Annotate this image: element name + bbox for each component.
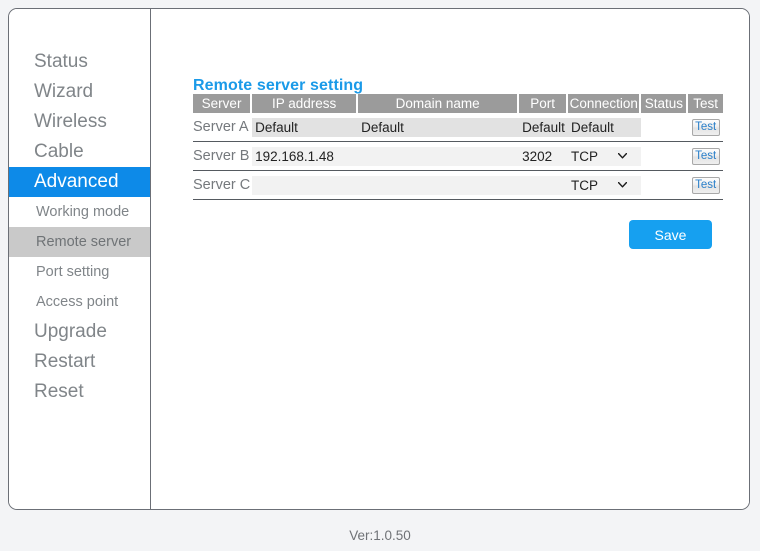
sidebar-navigation: Status Wizard Wireless Cable Advanced Working… xyxy=(9,9,151,509)
sidebar-item-access-point[interactable]: Access point xyxy=(9,287,150,317)
connection-type-select[interactable]: TCPUDP xyxy=(568,175,642,195)
sidebar-item-wireless[interactable]: Wireless xyxy=(9,107,150,137)
router-admin-window: Status Wizard Wireless Cable Advanced Working… xyxy=(8,8,750,510)
sidebar-item-upgrade[interactable]: Upgrade xyxy=(9,317,150,347)
server-name-label: Server B xyxy=(193,148,250,164)
connection-type-select-wrapper: TCPUDP xyxy=(568,175,642,195)
sidebar-item-restart[interactable]: Restart xyxy=(9,347,150,377)
sidebar-item-label: Upgrade xyxy=(34,321,107,342)
connection-type-select[interactable]: TCPUDP xyxy=(568,146,642,166)
cell-ip xyxy=(252,113,359,142)
cell-server-label: Server C xyxy=(193,171,253,200)
cell-port xyxy=(519,142,569,171)
cell-connection: TCPUDP xyxy=(568,142,642,171)
sidebar-item-status[interactable]: Status xyxy=(9,47,150,77)
ip-address-input xyxy=(252,117,359,137)
column-header-port: Port xyxy=(519,94,569,113)
table-header: Server IP address Domain name Port Conne… xyxy=(193,94,723,113)
cell-ip xyxy=(252,171,359,200)
sidebar-item-label: Wizard xyxy=(34,81,94,102)
sidebar-item-advanced[interactable]: Advanced xyxy=(9,167,150,197)
remote-server-table: Server IP address Domain name Port Conne… xyxy=(193,94,723,200)
server-name-label: Server A xyxy=(193,119,249,135)
table-row: Server B TCPUDP Test xyxy=(193,142,723,171)
cell-test: Test xyxy=(688,142,723,171)
cell-connection: TCPUDP xyxy=(568,171,642,200)
table-header-row: Server IP address Domain name Port Conne… xyxy=(193,94,723,113)
connection-type-input xyxy=(568,117,642,137)
sidebar-item-label: Port setting xyxy=(36,264,110,280)
sidebar-item-label: Advanced xyxy=(34,171,119,192)
domain-name-input[interactable] xyxy=(358,175,520,195)
sidebar-item-cable[interactable]: Cable xyxy=(9,137,150,167)
sidebar-item-label: Remote server xyxy=(36,234,132,250)
cell-status xyxy=(641,142,689,171)
sidebar-item-remote-server[interactable]: Remote server xyxy=(9,227,150,257)
cell-test: Test xyxy=(688,171,723,200)
port-input xyxy=(519,117,569,137)
sidebar-item-working-mode[interactable]: Working mode xyxy=(9,197,150,227)
firmware-version-label: Ver:1.0.50 xyxy=(349,528,411,543)
server-name-label: Server C xyxy=(193,177,251,193)
table-row: Server A Test xyxy=(193,113,723,142)
table-row: Server C TCPUDP Test xyxy=(193,171,723,200)
cell-test: Test xyxy=(688,113,723,142)
sidebar-item-reset[interactable]: Reset xyxy=(9,377,150,407)
port-input[interactable] xyxy=(519,175,569,195)
sidebar-item-label: Working mode xyxy=(36,204,130,220)
test-button[interactable]: Test xyxy=(691,176,720,194)
cell-server-label: Server A xyxy=(193,113,253,142)
column-header-server: Server xyxy=(193,94,253,113)
sidebar-item-label: Wireless xyxy=(34,111,107,132)
sidebar-item-port-setting[interactable]: Port setting xyxy=(9,257,150,287)
cell-domain xyxy=(358,171,520,200)
cell-ip xyxy=(252,142,359,171)
test-button[interactable]: Test xyxy=(691,147,720,165)
column-header-test: Test xyxy=(688,94,723,113)
sidebar-item-label: Cable xyxy=(34,141,84,162)
column-header-ip-address: IP address xyxy=(252,94,359,113)
ip-address-input[interactable] xyxy=(252,175,359,195)
sidebar-item-label: Restart xyxy=(34,351,96,372)
cell-status xyxy=(641,113,689,142)
test-button[interactable]: Test xyxy=(691,118,720,136)
column-header-domain-name: Domain name xyxy=(358,94,520,113)
sidebar-item-label: Status xyxy=(34,51,88,72)
cell-connection xyxy=(568,113,642,142)
column-header-connection: Connection xyxy=(568,94,642,113)
sidebar-item-label: Reset xyxy=(34,381,84,402)
table-body: Server A Test Server B TCPUDP Test Server C TC… xyxy=(193,113,723,200)
page-title: Remote server setting xyxy=(193,76,364,94)
domain-name-input[interactable] xyxy=(358,146,520,166)
port-input[interactable] xyxy=(519,146,569,166)
cell-status xyxy=(641,171,689,200)
save-button[interactable]: Save xyxy=(629,220,712,249)
domain-name-input xyxy=(358,117,520,137)
connection-type-select-wrapper: TCPUDP xyxy=(568,146,642,166)
cell-server-label: Server B xyxy=(193,142,253,171)
sidebar-item-label: Access point xyxy=(36,294,119,310)
cell-port xyxy=(519,171,569,200)
content-panel: Remote server setting Server IP address … xyxy=(151,9,749,509)
cell-port xyxy=(519,113,569,142)
cell-domain xyxy=(358,142,520,171)
column-header-status: Status xyxy=(641,94,689,113)
sidebar-item-wizard[interactable]: Wizard xyxy=(9,77,150,107)
ip-address-input[interactable] xyxy=(252,146,359,166)
cell-domain xyxy=(358,113,520,142)
